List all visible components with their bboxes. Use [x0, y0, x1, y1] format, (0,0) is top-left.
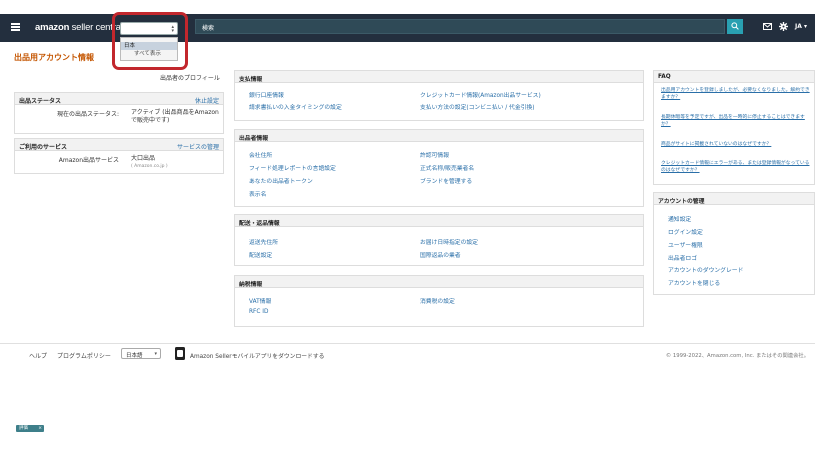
- mobile-app-icon[interactable]: [175, 347, 185, 360]
- tax-info-title: 納税情報: [239, 282, 263, 288]
- consumption-tax-link[interactable]: 消費税の設定: [420, 296, 455, 305]
- downgrade-account-link[interactable]: アカウントのダウングレード: [668, 265, 743, 274]
- feed-language-link[interactable]: フィード処理レポートの言語設定: [249, 163, 336, 172]
- manage-brands-link[interactable]: ブランドを管理する: [420, 176, 472, 185]
- search-placeholder: 検索: [202, 25, 215, 32]
- highlight-annotation: [112, 12, 188, 70]
- payment-info-panel: 支払情報 銀行口座情報 クレジットカード情報(Amazon出品サービス) 請求書…: [234, 70, 644, 121]
- seller-profile-link[interactable]: 出品者のプロフィール: [160, 73, 220, 82]
- gear-icon[interactable]: [779, 22, 788, 31]
- payment-info-title: 支払情報: [239, 77, 263, 83]
- faq-item[interactable]: 長期休暇等を予定ですが、出品を一時的に停止することはできますか？: [661, 115, 813, 128]
- mobile-app-link[interactable]: Amazon Sellerモバイルアプリをダウンロードする: [190, 351, 324, 360]
- account-management-panel: アカウントの管理 通知設定 ログイン設定 ユーザー権限 出品者ロゴ アカウントの…: [653, 192, 815, 295]
- delivery-date-link[interactable]: お届け日時指定の設定: [420, 237, 478, 246]
- faq-panel: FAQ 出品用アカウントを登録しましたが、必要なくなりました。解約できますか？ …: [653, 70, 815, 185]
- footer-language-value: 日本語: [126, 353, 143, 359]
- footer-policy-link[interactable]: プログラムポリシー: [57, 351, 111, 360]
- status-label: 現在の出品ステータス:: [56, 111, 119, 118]
- invoice-timing-link[interactable]: 請求書払いの入金タイミングの設定: [249, 102, 342, 111]
- feedback-label: 評価: [19, 426, 28, 431]
- service-row: Amazon出品サービス 大口出品 ( Amazon.co.jp ): [15, 151, 223, 173]
- account-management-header: アカウントの管理: [654, 193, 814, 205]
- company-address-link[interactable]: 会社住所: [249, 150, 272, 159]
- return-address-link[interactable]: 返送先住所: [249, 237, 278, 246]
- notification-settings-link[interactable]: 通知設定: [668, 214, 691, 223]
- menu-icon[interactable]: [11, 23, 20, 31]
- business-info-header: 出品者情報: [235, 130, 643, 142]
- close-account-link[interactable]: アカウントを閉じる: [668, 278, 720, 287]
- faq-item[interactable]: 商品がサイトに掲載されていないのはなぜですか？: [661, 142, 813, 149]
- status-row: 現在の出品ステータス: アクティブ (出品商品をAmazonで販売中です): [15, 105, 223, 127]
- shipping-info-panel: 配送・返品情報 返送先住所 お届け日時指定の設定 配送設定 国際返品の業者: [234, 214, 644, 266]
- bank-account-link[interactable]: 銀行口座情報: [249, 90, 284, 99]
- service-value: 大口出品 ( Amazon.co.jp ): [131, 155, 221, 171]
- footer-language-select[interactable]: 日本語 ▾: [121, 348, 161, 359]
- services-panel-title: ご利用のサービス: [19, 144, 68, 151]
- service-label: Amazon出品サービス: [58, 157, 119, 164]
- licenses-link[interactable]: 許認可情報: [420, 150, 449, 159]
- services-panel-header: ご利用のサービス サービスの管理: [15, 139, 223, 151]
- search-icon: [731, 22, 739, 30]
- payment-info-header: 支払情報: [235, 71, 643, 83]
- service-plan: 大口出品: [131, 155, 156, 162]
- credit-card-link[interactable]: クレジットカード情報(Amazon出品サービス): [420, 90, 541, 99]
- login-settings-link[interactable]: ログイン設定: [668, 227, 703, 236]
- chevron-down-icon: ▾: [154, 351, 157, 357]
- search-button[interactable]: [727, 19, 743, 34]
- shipping-info-title: 配送・返品情報: [239, 221, 280, 227]
- status-panel-header: 出品ステータス 休止設定: [15, 93, 223, 105]
- shipping-settings-link[interactable]: 配送設定: [249, 250, 272, 259]
- language-selector[interactable]: JA ▾: [795, 23, 807, 30]
- status-panel-title: 出品ステータス: [19, 98, 62, 105]
- user-permissions-link[interactable]: ユーザー権限: [668, 240, 703, 249]
- business-info-title: 出品者情報: [239, 136, 268, 142]
- page-title: 出品用アカウント情報: [14, 53, 94, 62]
- mail-icon[interactable]: [763, 23, 772, 30]
- status-panel: 出品ステータス 休止設定 現在の出品ステータス: アクティブ (出品商品をAma…: [14, 92, 224, 134]
- seller-central-logo[interactable]: amazon seller central: [35, 22, 123, 33]
- feedback-button[interactable]: 評価 ×: [16, 425, 44, 432]
- faq-item[interactable]: クレジットカード情報にエラーがある、または登録情報がなっているのはなぜですか？: [661, 161, 813, 174]
- faq-title: FAQ: [658, 74, 671, 80]
- merchant-token-link[interactable]: あなたの出品者トークン: [249, 176, 313, 185]
- tax-info-panel: 納税情報 VAT情報 消費税の設定 RFC ID: [234, 275, 644, 327]
- shipping-info-header: 配送・返品情報: [235, 215, 643, 227]
- faq-item[interactable]: 出品用アカウントを登録しましたが、必要なくなりました。解約できますか？: [661, 88, 813, 101]
- vacation-settings-link[interactable]: 休止設定: [195, 96, 219, 105]
- seller-logo-link[interactable]: 出品者ロゴ: [668, 253, 697, 262]
- search-input[interactable]: 検索: [195, 19, 725, 34]
- tax-info-header: 納税情報: [235, 276, 643, 288]
- international-returns-link[interactable]: 国際返品の業者: [420, 250, 461, 259]
- faq-header: FAQ: [654, 71, 814, 83]
- close-icon[interactable]: ×: [38, 425, 42, 432]
- payment-method-link[interactable]: 支払い方法の設定(コンビニ払い / 代金引換): [420, 102, 535, 111]
- copyright: © 1999-2022、Amazon.com, Inc. またはその関連会社。: [665, 353, 809, 359]
- legal-name-link[interactable]: 正式名称/販売業者名: [420, 163, 474, 172]
- services-panel: ご利用のサービス サービスの管理 Amazon出品サービス 大口出品 ( Amaz…: [14, 138, 224, 174]
- account-management-title: アカウントの管理: [658, 199, 705, 205]
- manage-services-link[interactable]: サービスの管理: [177, 142, 219, 151]
- business-info-panel: 出品者情報 会社住所 許認可情報 フィード処理レポートの言語設定 正式名称/販売…: [234, 129, 644, 207]
- rfc-id-link[interactable]: RFC ID: [249, 309, 268, 315]
- display-name-link[interactable]: 表示名: [249, 189, 266, 198]
- status-value: アクティブ (出品商品をAmazonで販売中です): [131, 109, 219, 124]
- vat-info-link[interactable]: VAT情報: [249, 296, 271, 305]
- footer-divider: [0, 343, 815, 344]
- footer-help-link[interactable]: ヘルプ: [29, 351, 47, 360]
- service-marketplace: ( Amazon.co.jp ): [131, 164, 168, 169]
